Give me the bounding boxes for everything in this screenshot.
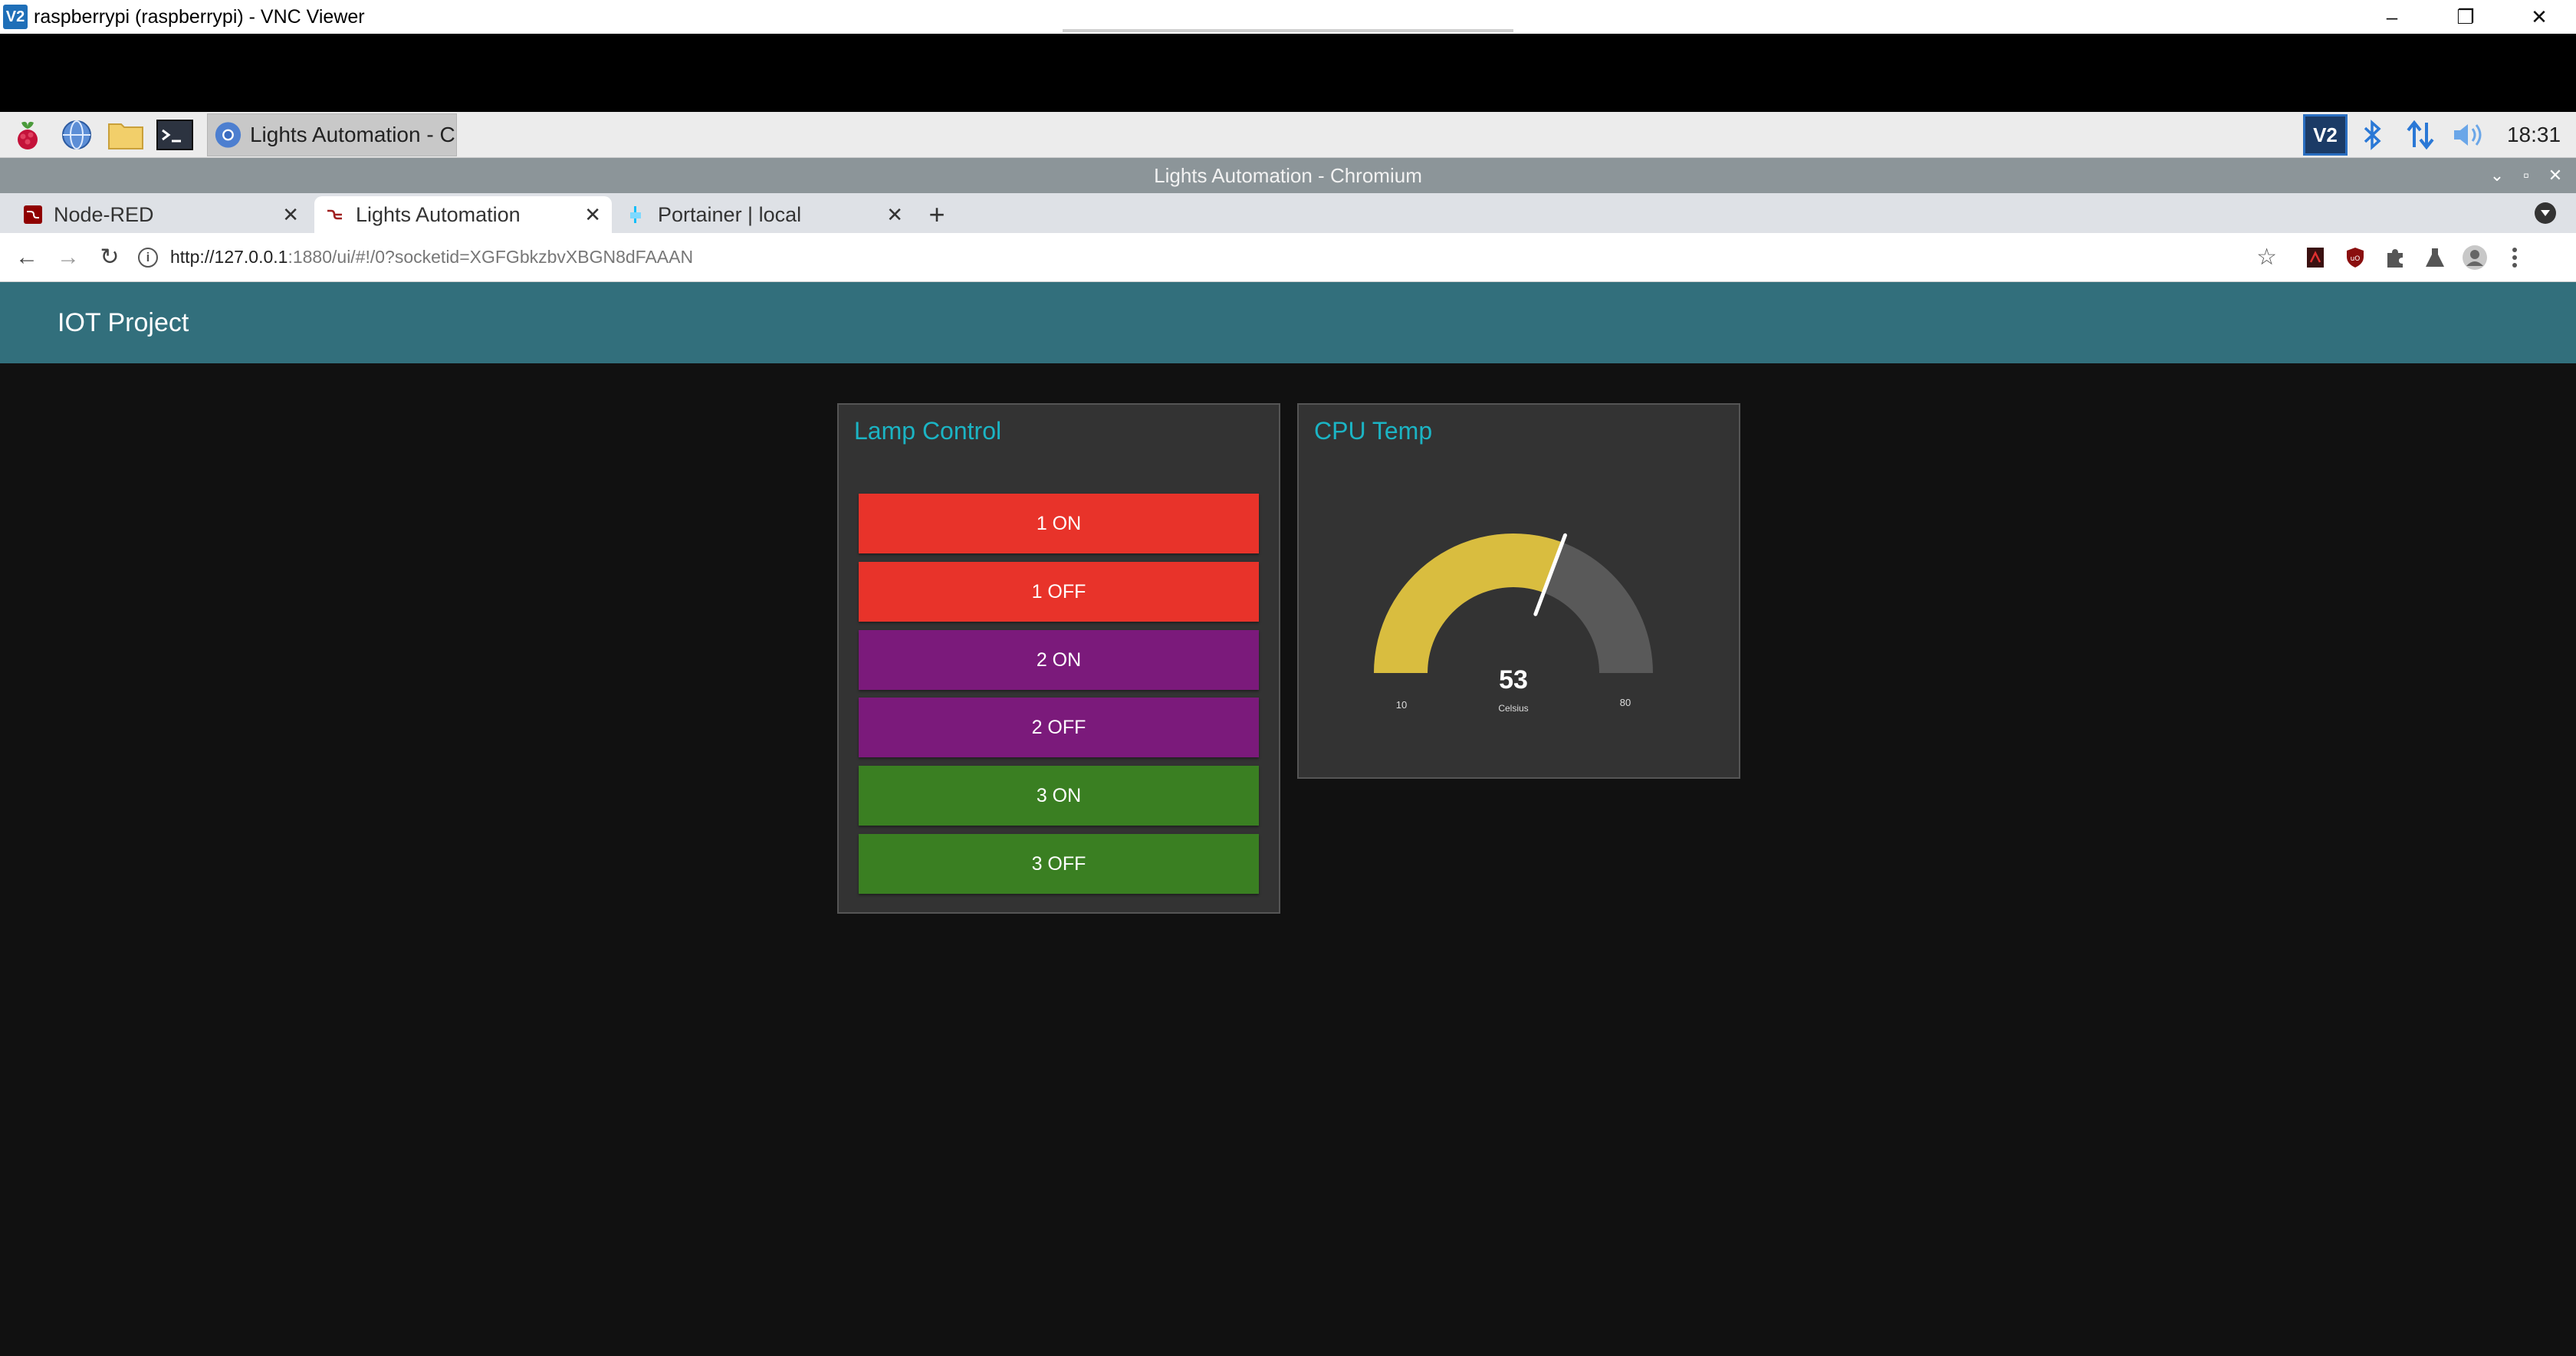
cpu-temp-card: CPU Temp 53 Celsius 10 80 [1297, 403, 1740, 779]
lamp-control-card: Lamp Control 1 ON 1 OFF 2 ON 2 OFF 3 ON … [837, 403, 1280, 914]
tab-close-icon[interactable]: ✕ [282, 203, 299, 227]
extensions-puzzle-icon[interactable] [2375, 237, 2415, 278]
vnc-server-icon: V2 [2303, 114, 2348, 156]
remote-desktop-margin [0, 34, 2576, 112]
lamp-1-off-button[interactable]: 1 OFF [859, 562, 1259, 622]
new-tab-button[interactable]: + [918, 196, 955, 233]
lamp-2-off-button[interactable]: 2 OFF [859, 698, 1259, 757]
tab-node-red[interactable]: Node-RED ✕ [12, 196, 310, 233]
taskbar-task-label: Lights Automation - C... [249, 122, 456, 146]
tab-label: Lights Automation [356, 202, 521, 226]
vnc-logo-icon: V2 [3, 5, 28, 29]
cpu-temp-title: CPU Temp [1314, 417, 1433, 445]
portainer-favicon-icon [627, 205, 647, 225]
bookmark-star-icon[interactable]: ☆ [2256, 244, 2277, 271]
chromium-window-controls: ⌄ ▫ ✕ [2482, 158, 2570, 193]
terminal-icon[interactable] [153, 113, 196, 156]
chromium-icon [215, 121, 242, 148]
bluetooth-icon[interactable] [2349, 112, 2397, 158]
lamp-1-on-button[interactable]: 1 ON [859, 494, 1259, 553]
taskbar-clock[interactable]: 18:31 [2492, 123, 2576, 147]
node-red-favicon-icon [23, 205, 43, 225]
flask-extension-icon[interactable] [2415, 237, 2455, 278]
chromium-title-bar: Lights Automation - Chromium ⌄ ▫ ✕ [0, 158, 2576, 193]
raspberry-menu-icon[interactable] [6, 113, 49, 156]
chromium-maximize-icon[interactable]: ▫ [2512, 166, 2541, 186]
dashboard-favicon-icon [325, 205, 345, 225]
address-bar[interactable]: i http://127.0.0.1:1880/ui/#!/0?socketid… [138, 240, 2277, 275]
file-manager-icon[interactable] [104, 113, 147, 156]
forward-arrow-icon[interactable]: → [48, 237, 89, 278]
web-browser-icon[interactable] [55, 113, 98, 156]
tab-strip: Node-RED ✕ Lights Automation ✕ Portainer… [0, 193, 2576, 233]
ublock-shield-icon[interactable]: uO [2335, 237, 2375, 278]
tab-lights-automation[interactable]: Lights Automation ✕ [314, 196, 612, 233]
back-arrow-icon[interactable]: ← [6, 237, 48, 278]
gauge-value: 53 [1499, 665, 1528, 694]
url-path: :1880/ui/#!/0?socketid=XGFGbkzbvXBGN8dFA… [288, 247, 694, 267]
tab-close-icon[interactable]: ✕ [886, 203, 903, 227]
gauge-fill [1374, 534, 1562, 673]
dashboard-header: IOT Project [0, 282, 2576, 363]
dashboard-body: Lamp Control 1 ON 1 OFF 2 ON 2 OFF 3 ON … [0, 363, 2576, 1356]
lamp-2-on-button[interactable]: 2 ON [859, 630, 1259, 690]
tab-search-icon[interactable] [2535, 202, 2556, 224]
vnc-window-title: raspberrypi (raspberrypi) - VNC Viewer [34, 5, 365, 28]
pdf-extension-icon[interactable] [2295, 237, 2335, 278]
svg-text:uO: uO [2351, 255, 2361, 263]
gauge-min-label: 10 [1396, 699, 1407, 711]
restore-button[interactable]: ❐ [2429, 0, 2502, 34]
url-host: http://127.0.0.1 [170, 247, 288, 267]
tab-label: Node-RED [54, 202, 154, 226]
gauge-units: Celsius [1498, 703, 1528, 714]
vnc-tray-item[interactable]: V2 [2302, 112, 2349, 158]
lamp-3-on-button[interactable]: 3 ON [859, 766, 1259, 826]
system-tray: V2 18:31 [2302, 112, 2576, 158]
site-info-icon[interactable]: i [138, 247, 158, 268]
volume-icon[interactable] [2444, 112, 2492, 158]
chromium-minimize-icon[interactable]: ⌄ [2482, 166, 2512, 186]
close-button[interactable]: ✕ [2502, 0, 2576, 34]
taskbar-chromium-task[interactable]: Lights Automation - C... [207, 113, 457, 156]
minimize-button[interactable]: – [2355, 0, 2429, 34]
lamp-3-off-button[interactable]: 3 OFF [859, 834, 1259, 894]
tab-portainer[interactable]: Portainer | local ✕ [616, 196, 914, 233]
tab-close-icon[interactable]: ✕ [584, 203, 601, 227]
window-controls: – ❐ ✕ [2355, 0, 2576, 34]
url-text[interactable]: http://127.0.0.1:1880/ui/#!/0?socketid=X… [170, 247, 693, 268]
network-icon[interactable] [2397, 112, 2444, 158]
browser-toolbar: ← → ↻ i http://127.0.0.1:1880/ui/#!/0?so… [0, 233, 2576, 282]
taskbar: Lights Automation - C... V2 18:31 [0, 112, 2576, 158]
tab-label: Portainer | local [658, 202, 802, 226]
lamp-control-title: Lamp Control [854, 417, 1002, 445]
gauge-max-label: 80 [1620, 697, 1631, 708]
reload-icon[interactable]: ↻ [89, 237, 130, 278]
chrome-menu-icon[interactable] [2495, 237, 2535, 278]
chromium-close-icon[interactable]: ✕ [2541, 166, 2570, 186]
cpu-temp-gauge: 53 Celsius 10 80 [1374, 533, 1653, 714]
profile-avatar-icon[interactable] [2455, 237, 2495, 278]
dashboard-title: IOT Project [58, 307, 189, 337]
chromium-window-title: Lights Automation - Chromium [1154, 163, 1422, 187]
